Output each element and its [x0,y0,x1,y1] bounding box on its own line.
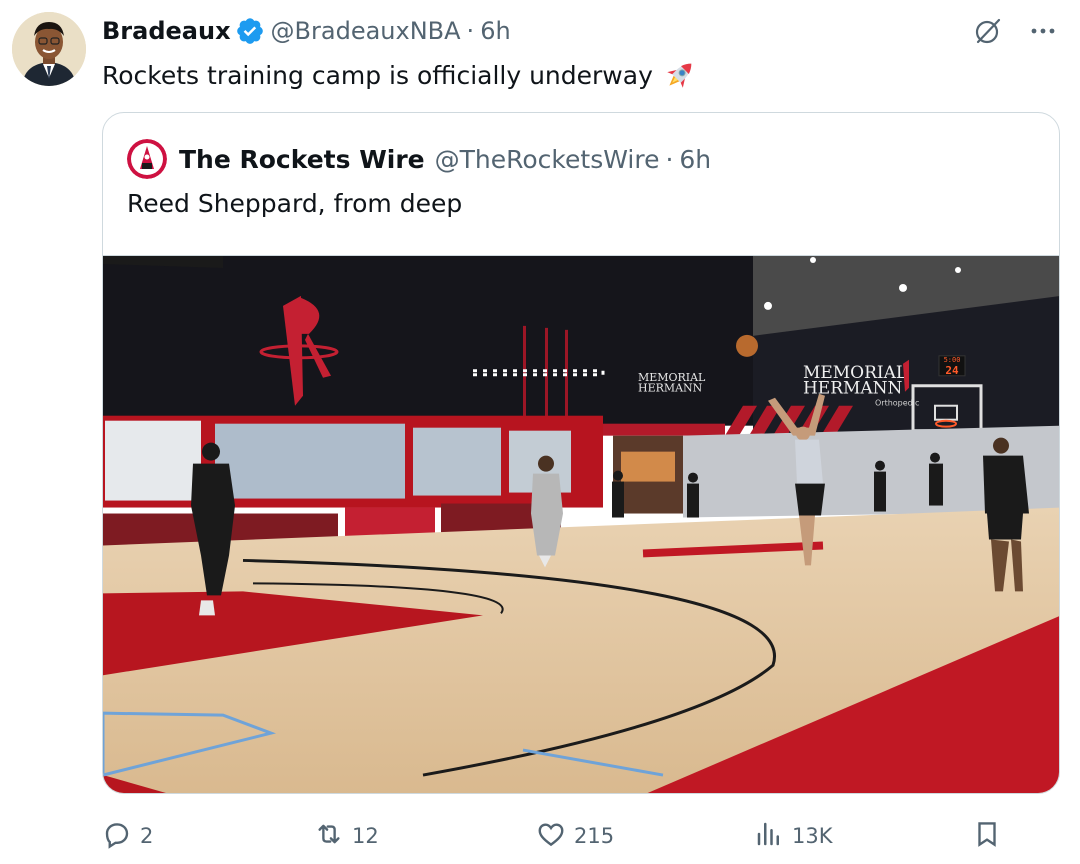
rocket-emoji-icon [661,56,699,94]
separator-dot: · [466,17,475,45]
tweet-action-bar: 2 12 215 13K [0,812,1080,860]
separator-dot: · [665,144,674,174]
more-options-icon[interactable] [1026,14,1060,52]
quoted-tweet-header: The Rockets Wire @TheRocketsWire · 6h [127,139,711,179]
quoted-author-handle[interactable]: @TheRocketsWire [435,145,660,174]
verified-badge-icon[interactable] [235,16,265,46]
repost-count: 12 [352,824,379,848]
tweet-body: Rockets training camp is officially unde… [102,56,699,94]
svg-text:24: 24 [945,364,959,377]
grok-icon[interactable] [972,15,1004,51]
like-button[interactable]: 215 [536,812,614,860]
svg-text:HERMANN: HERMANN [803,379,903,399]
timestamp[interactable]: 6h [480,17,510,45]
reply-button[interactable]: 2 [102,812,153,860]
views-button[interactable]: 13K [754,812,833,860]
reply-icon [102,819,132,854]
tweet-top-actions [972,14,1060,52]
tweet-text: Rockets training camp is officially unde… [102,60,653,90]
svg-text:5:00: 5:00 [944,356,961,364]
quoted-author-name[interactable]: The Rockets Wire [179,145,425,174]
svg-text:HERMANN: HERMANN [638,382,703,395]
bookmark-icon [972,819,1002,854]
quoted-tweet-card[interactable]: The Rockets Wire @TheRocketsWire · 6h Re… [102,112,1060,794]
views-count: 13K [792,824,833,848]
like-icon [536,819,566,854]
tweet-header: Bradeaux @BradeauxNBA · 6h [102,14,511,48]
video-media[interactable]: MEMORIAL HERMANN MEMORIAL HERMANN Orthop… [103,255,1059,793]
quoted-author-avatar[interactable] [127,139,167,179]
author-name[interactable]: Bradeaux [102,17,231,45]
author-handle[interactable]: @BradeauxNBA [271,17,461,45]
like-count: 215 [574,824,615,848]
views-icon [754,819,784,854]
quoted-timestamp[interactable]: 6h [679,145,711,174]
quoted-tweet-text: Reed Sheppard, from deep [127,189,463,218]
bookmark-button[interactable] [972,812,1002,860]
repost-icon [314,819,344,854]
repost-button[interactable]: 12 [314,812,379,860]
author-avatar[interactable] [12,12,86,86]
reply-count: 2 [140,824,154,848]
